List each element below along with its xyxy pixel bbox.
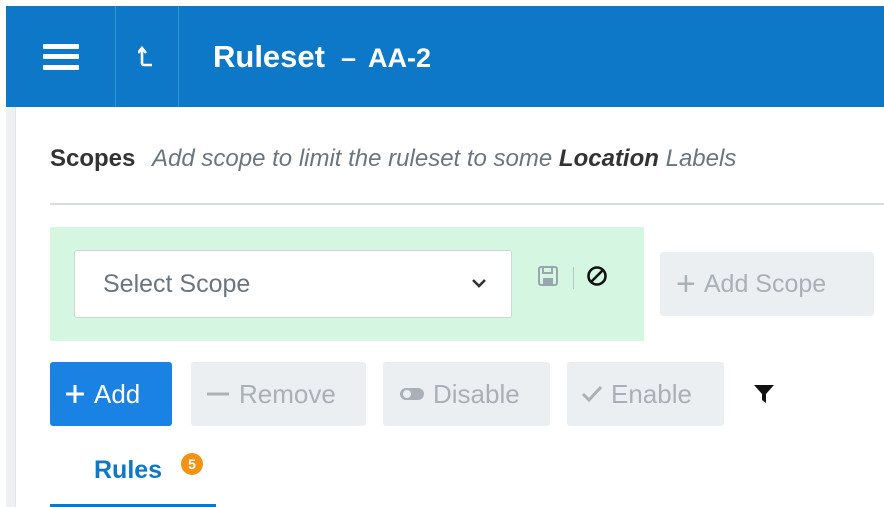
plus-icon bbox=[64, 383, 86, 405]
scopes-hint-suffix: Labels bbox=[665, 145, 737, 172]
remove-button[interactable]: Remove bbox=[191, 362, 366, 426]
add-scope-button[interactable]: + Add Scope bbox=[660, 252, 874, 316]
remove-label: Remove bbox=[239, 378, 336, 409]
level-up-arrow-icon bbox=[138, 45, 152, 66]
title-separator: – bbox=[340, 42, 357, 73]
tab-rules-label: Rules bbox=[94, 456, 163, 484]
save-icon[interactable] bbox=[536, 264, 560, 288]
enable-button[interactable]: Enable bbox=[567, 362, 724, 426]
scopes-heading: Scopes Add scope to limit the ruleset to… bbox=[50, 145, 736, 173]
enable-label: Enable bbox=[611, 378, 692, 409]
menu-button[interactable] bbox=[6, 6, 116, 107]
hamburger-menu-icon bbox=[42, 43, 79, 70]
page-title: Ruleset – AA-2 bbox=[213, 39, 431, 75]
scope-editor: Select Scope bbox=[50, 227, 644, 341]
tab-rules[interactable]: Rules 5 bbox=[50, 445, 216, 507]
disable-label: Disable bbox=[433, 378, 520, 409]
left-rail bbox=[6, 107, 16, 507]
divider bbox=[50, 203, 884, 205]
ruleset-page: Ruleset – AA-2 Scopes Add scope to limit… bbox=[0, 0, 884, 507]
select-scope-placeholder: Select Scope bbox=[103, 269, 251, 298]
scopes-hint-emphasis: Location bbox=[558, 145, 659, 172]
ruleset-id: AA-2 bbox=[368, 42, 432, 73]
plus-icon: + bbox=[676, 265, 696, 303]
toggle-off-icon bbox=[399, 386, 425, 402]
add-label: Add bbox=[94, 378, 141, 409]
scopes-hint: Add scope to limit the ruleset to some L… bbox=[152, 145, 736, 172]
icon-separator bbox=[573, 267, 574, 289]
disable-button[interactable]: Disable bbox=[383, 362, 550, 426]
header-bar: Ruleset – AA-2 bbox=[6, 6, 884, 107]
navigate-up-button[interactable] bbox=[116, 6, 179, 107]
cancel-icon[interactable] bbox=[585, 264, 609, 288]
add-button[interactable]: Add bbox=[50, 362, 172, 426]
select-scope-dropdown[interactable]: Select Scope bbox=[74, 250, 512, 318]
filter-icon[interactable] bbox=[753, 383, 775, 405]
minus-icon bbox=[205, 383, 231, 405]
chevron-down-icon bbox=[472, 279, 486, 288]
check-icon bbox=[581, 384, 603, 404]
rules-count-badge: 5 bbox=[181, 453, 203, 475]
title-text: Ruleset bbox=[213, 38, 325, 74]
scopes-hint-prefix: Add scope to limit the ruleset to some bbox=[152, 145, 553, 172]
scopes-label: Scopes bbox=[50, 145, 136, 172]
add-scope-label: Add Scope bbox=[703, 269, 827, 298]
